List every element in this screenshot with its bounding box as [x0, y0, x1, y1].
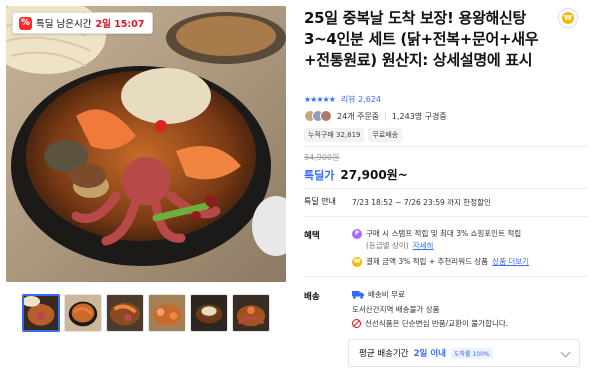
product-chips: 누적구매 32,819 무료배송 — [304, 128, 403, 142]
percent-icon: % — [19, 16, 32, 30]
reward-benefit-text: 결제 금액 3% 적립 + 추천리워드 상품 — [366, 257, 489, 266]
chevron-down-icon — [560, 347, 571, 358]
details-link[interactable]: 자세히 — [413, 240, 434, 251]
shipping-warning: 신선식품은 단순변심 반품/교환이 불가합니다. — [365, 319, 509, 328]
divider — [304, 188, 588, 189]
thumbnail-5[interactable] — [190, 294, 228, 332]
thumbnail-1[interactable] — [22, 294, 60, 332]
product-title: 25일 중복날 도착 보장! 용왕해신탕 3~4인분 세트 (닭+전복+문어+새… — [304, 9, 539, 69]
thumbnail-strip — [22, 294, 270, 332]
sale-price: 27,900원~ — [340, 168, 408, 182]
stamp-benefit-sub: (등급별 상이) 자세히 — [366, 240, 433, 251]
divider — [304, 146, 588, 147]
price-row: 특딜가 27,900원~ — [304, 166, 408, 183]
avg-delivery-label: 평균 배송기간 — [359, 349, 409, 359]
deal-timer-prefix: 특딜 남은시간 — [36, 19, 92, 30]
divider: | — [384, 111, 387, 121]
truck-icon — [352, 290, 364, 299]
coin-icon: ₩ — [562, 12, 574, 24]
thumbnail-3[interactable] — [106, 294, 144, 332]
watching-count: 1,243명 구경중 — [391, 111, 447, 121]
shipping-note: 도서산간지역 배송불가 상품 — [352, 305, 440, 314]
benefits-label: 혜택 — [304, 231, 320, 241]
stamp-benefit-text: 구매 시 스탬프 적립 및 최대 3% 쇼핑포인트 적립 — [366, 229, 522, 238]
shipping-label: 배송 — [304, 292, 320, 302]
buyer-avatars — [304, 110, 332, 122]
point-coin-button[interactable]: ₩ — [558, 8, 578, 28]
shipping-fee-row: 배송비 무료 — [352, 289, 405, 300]
stamp-benefit: P 구매 시 스탬프 적립 및 최대 3% 쇼핑포인트 적립 — [352, 228, 521, 239]
deal-timer-value: 2일 15:07 — [95, 19, 145, 30]
point-icon: P — [352, 228, 362, 239]
shipping-fee: 배송비 무료 — [368, 290, 405, 299]
original-price: 34,900원 — [304, 153, 340, 162]
product-main-image[interactable]: % 특딜 남은시간 2일 15:07 — [6, 6, 286, 282]
deal-timer-badge: % 특딜 남은시간 2일 15:07 — [12, 12, 154, 34]
rating-stars: ★★★★★ — [304, 95, 336, 104]
ordering-count: 24개 주문중 — [337, 111, 380, 121]
deal-notice-label: 특딜 안내 — [304, 197, 336, 206]
divider — [304, 216, 588, 217]
avg-delivery-value: 2일 이내 — [413, 349, 446, 359]
shipping-note-row: 도서산간지역 배송불가 상품 — [352, 304, 440, 315]
more-products-link[interactable]: 상품 더보기 — [492, 256, 529, 267]
avg-delivery-toggle[interactable]: 평균 배송기간 2일 이내 도착률 100% — [348, 339, 580, 367]
avatar — [320, 110, 332, 122]
cumulative-purchase-chip: 누적구매 32,819 — [304, 128, 365, 142]
free-shipping-chip: 무료배송 — [368, 128, 403, 142]
buyers-row: 24개 주문중 | 1,243명 구경중 — [304, 110, 447, 122]
stamp-benefit-note: (등급별 상이) — [366, 241, 409, 250]
review-count-link[interactable]: 리뷰 2,624 — [341, 94, 381, 105]
rating-row: ★★★★★ 리뷰 2,624 — [304, 94, 381, 105]
no-sign-icon — [352, 319, 361, 328]
coin-icon: ₩ — [352, 256, 362, 267]
thumbnail-4[interactable] — [148, 294, 186, 332]
deal-price-label: 특딜가 — [304, 169, 335, 182]
reward-benefit: ₩ 결제 금액 3% 적립 + 추천리워드 상품 상품 더보기 — [352, 256, 529, 267]
arrival-rate-badge: 도착률 100% — [450, 347, 493, 359]
product-info: 25일 중복날 도착 보장! 용왕해신탕 3~4인분 세트 (닭+전복+문어+새… — [304, 8, 588, 71]
food-photo — [6, 6, 286, 282]
deal-period: 7/23 18:52 ~ 7/26 23:59 까지 한정할인 — [352, 198, 491, 207]
thumbnail-2[interactable] — [64, 294, 102, 332]
shipping-warning-row: 신선식품은 단순변심 반품/교환이 불가합니다. — [352, 318, 508, 329]
divider — [304, 276, 588, 277]
thumbnail-6[interactable] — [232, 294, 270, 332]
